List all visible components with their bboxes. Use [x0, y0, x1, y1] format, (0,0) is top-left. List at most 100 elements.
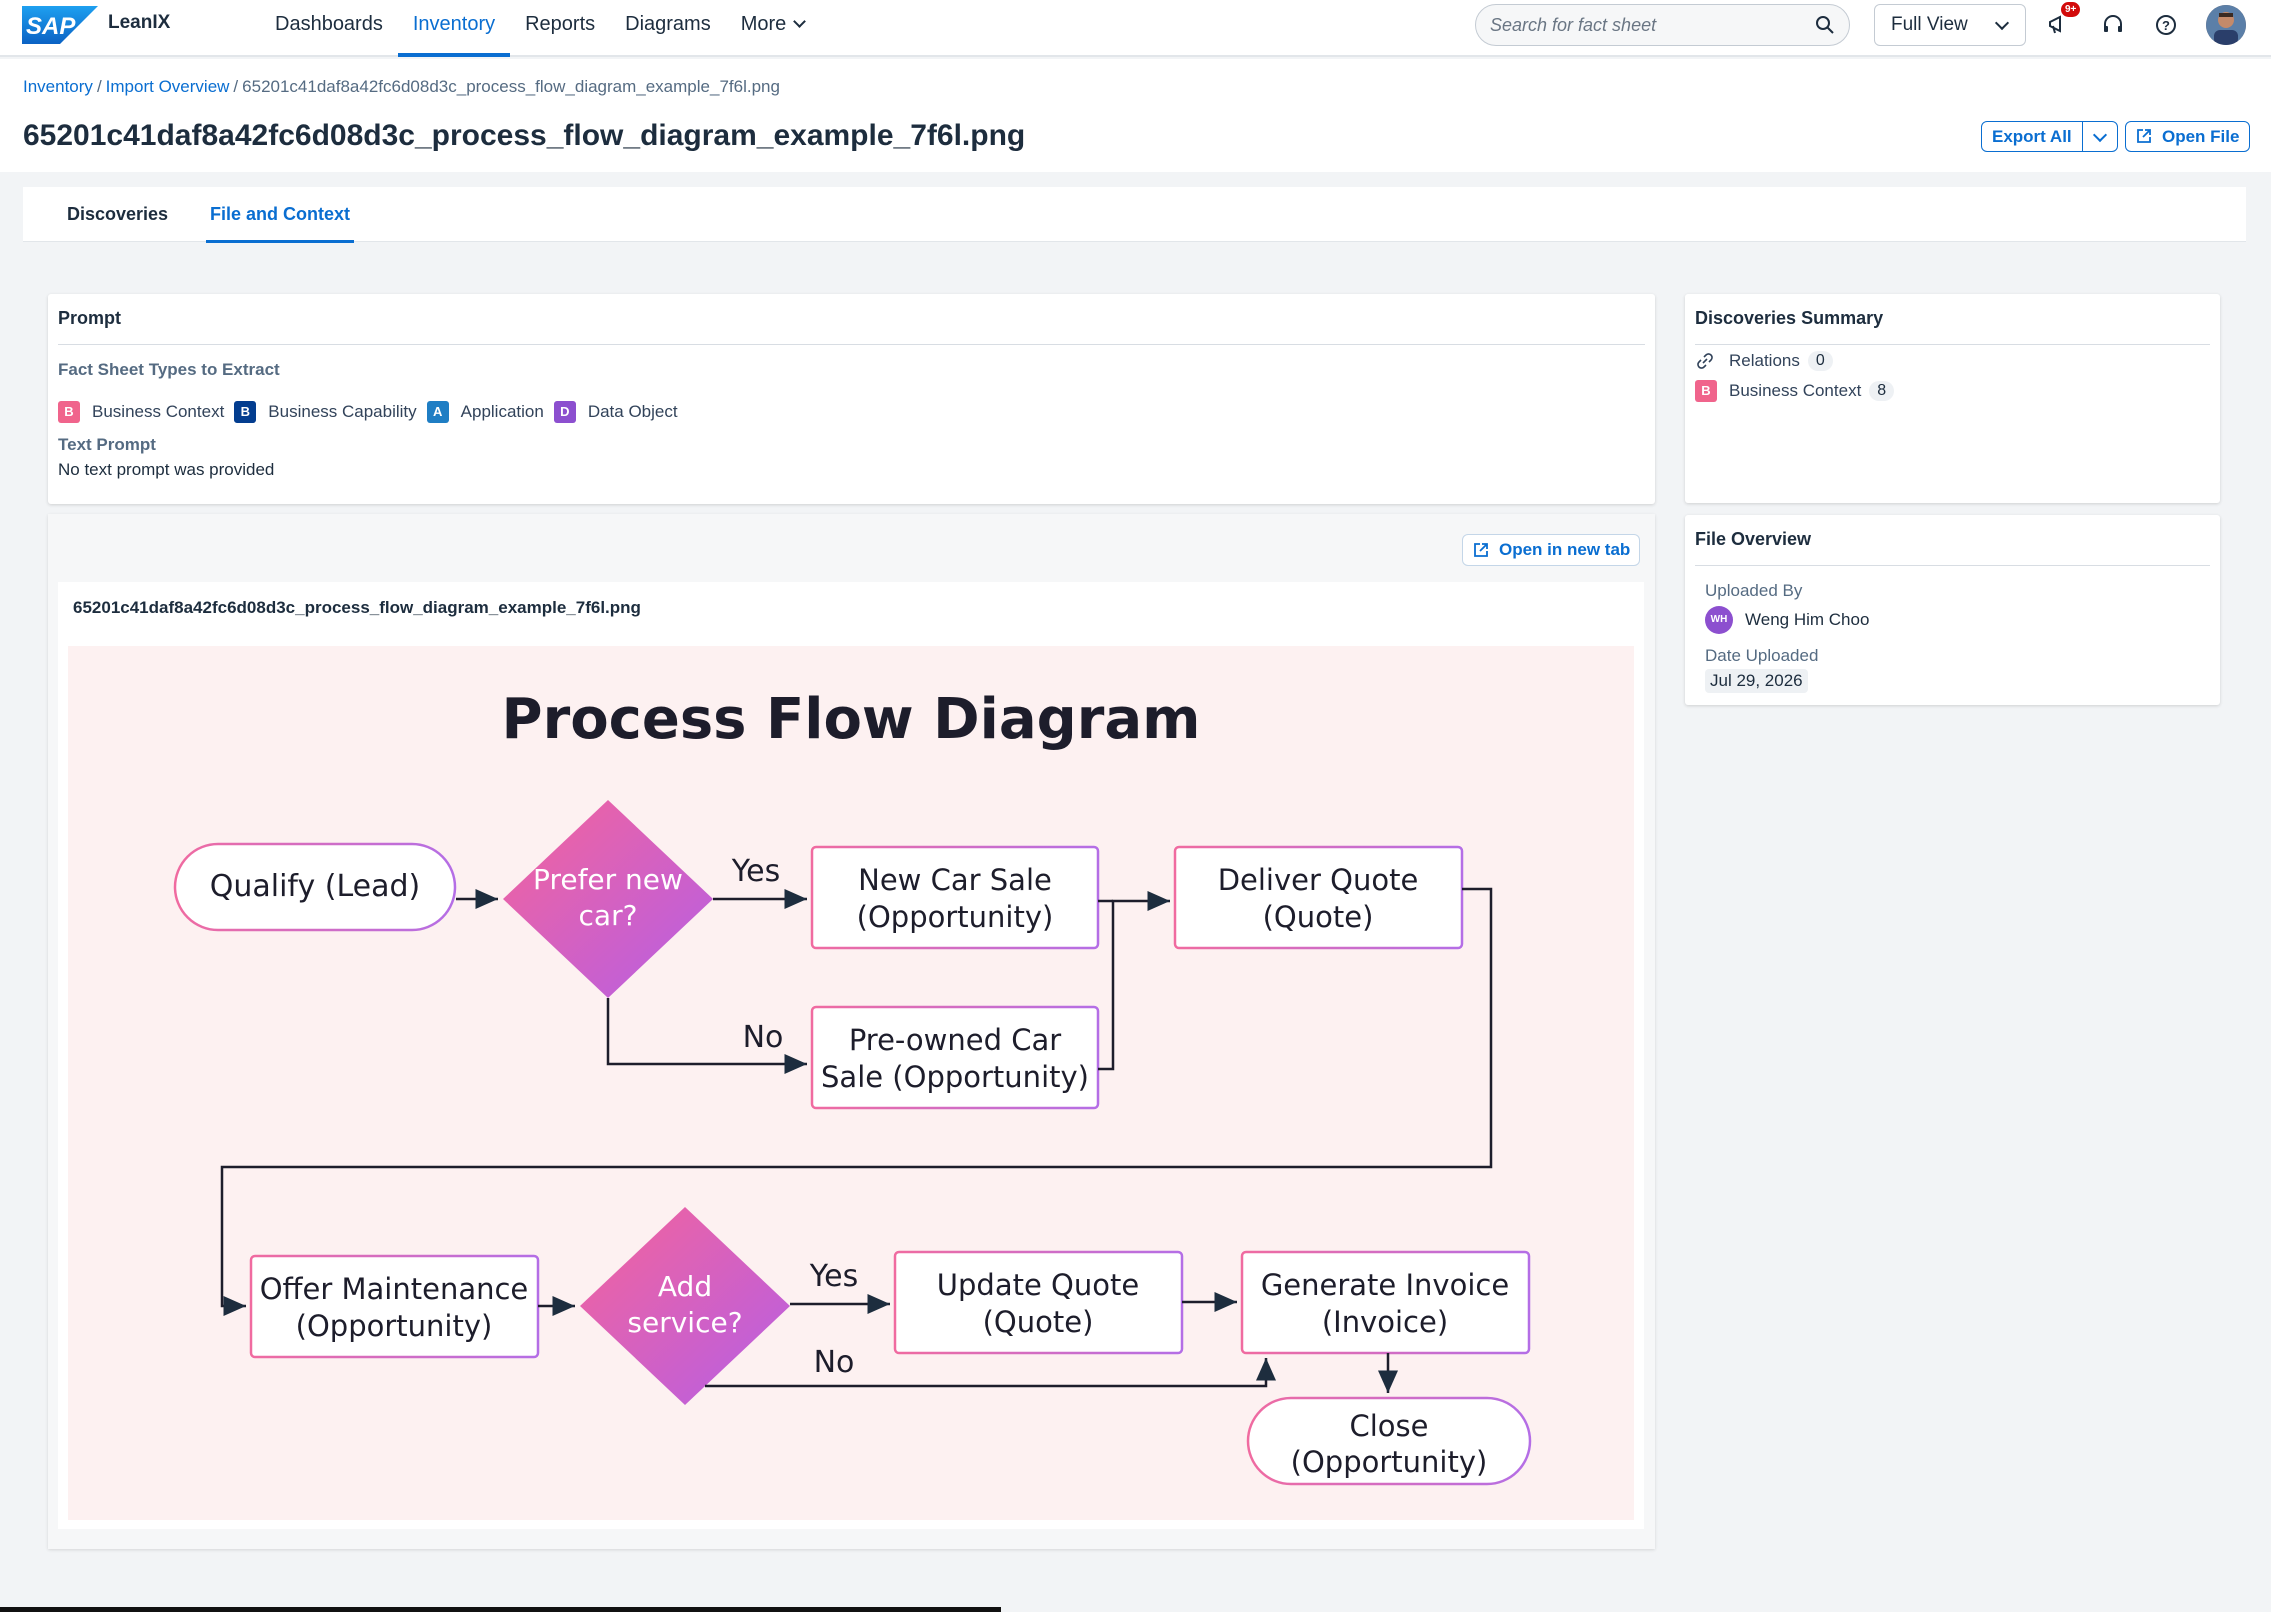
- file-overview-title: File Overview: [1695, 529, 1812, 549]
- type-chip-business-capability: B Business Capability: [234, 401, 417, 423]
- invoice-line1: Generate Invoice: [1261, 1268, 1509, 1302]
- nav-more-label: More: [740, 13, 787, 35]
- type-label: Application: [460, 402, 544, 421]
- text-prompt-value: No text prompt was provided: [58, 460, 275, 479]
- type-chip-data-object: D Data Object: [553, 401, 678, 423]
- diagram-canvas: Process Flow Diagram Qualify (Lead) Pref…: [173, 687, 1532, 1486]
- page-header: Inventory / Import Overview/65201c41daf8a4…: [0, 59, 2271, 172]
- bottom-scroll-indicator: [0, 1607, 1001, 1612]
- breadcrumb-separator: /: [233, 77, 239, 96]
- decision2-line2: service?: [627, 1306, 742, 1339]
- discoveries-summary-card: Discoveries Summary Relations 0 B Busine…: [1685, 294, 2220, 503]
- export-all-button-group: Export All: [1981, 121, 2118, 152]
- view-select[interactable]: Full View: [1874, 4, 2026, 46]
- uploader: WH Weng Him Choo: [1705, 606, 1869, 634]
- tab-discoveries[interactable]: Discoveries: [63, 187, 172, 242]
- external-link-icon: [1474, 543, 1488, 557]
- top-navigation-bar: SAP LeanIX Dashboards Inventory Reports …: [0, 0, 2271, 57]
- connector: [705, 1358, 1276, 1388]
- fact-sheet-type-list: B Business Context B Business Capability A…: [58, 401, 688, 423]
- date-uploaded-label: Date Uploaded: [1705, 646, 1819, 665]
- sap-logo[interactable]: SAP: [22, 6, 98, 44]
- search-icon[interactable]: [1815, 15, 1835, 35]
- fact-sheet-types-label: Fact Sheet Types to Extract: [58, 360, 280, 379]
- business-context-row[interactable]: B Business Context 8: [1695, 380, 1895, 402]
- nav-reports[interactable]: Reports: [510, 0, 610, 57]
- open-file-button[interactable]: Open File: [2125, 121, 2251, 152]
- file-overview-card: File Overview Uploaded By WH Weng Him Ch…: [1685, 515, 2220, 705]
- connector: [1098, 891, 1170, 1071]
- tab-file-and-context[interactable]: File and Context: [206, 187, 355, 243]
- uploader-name: Weng Him Choo: [1745, 610, 1870, 629]
- type-badge: B: [1695, 380, 1717, 402]
- external-link-icon: [2137, 129, 2151, 143]
- type-label: Business Context: [92, 402, 225, 421]
- update-line2: (Quote): [983, 1305, 1094, 1339]
- date-uploaded-value: Jul 29, 2026: [1705, 669, 1808, 693]
- business-context-count: 8: [1869, 381, 1895, 401]
- prompt-card: Prompt Fact Sheet Types to Extract B Busi…: [48, 294, 1655, 504]
- image-card: 65201c41daf8a42fc6d08d3c_process_flow_di…: [58, 582, 1644, 1529]
- search-box: [1475, 4, 1850, 46]
- search-input[interactable]: [1490, 5, 1800, 45]
- nav-dashboards[interactable]: Dashboards: [260, 0, 398, 57]
- prompt-title: Prompt: [58, 308, 121, 328]
- breadcrumb-import-overview[interactable]: Import Overview: [106, 77, 230, 96]
- type-label: Data Object: [587, 402, 678, 421]
- chevron-down-icon: [1994, 15, 2010, 31]
- uploader-avatar: WH: [1705, 606, 1733, 634]
- offer-line2: (Opportunity): [296, 1309, 493, 1343]
- divider: [58, 344, 1645, 345]
- app-name[interactable]: LeanIX: [108, 12, 170, 34]
- summary-title: Discoveries Summary: [1695, 308, 1884, 328]
- image-file-name: 65201c41daf8a42fc6d08d3c_process_flow_di…: [73, 598, 641, 617]
- breadcrumb-current: 65201c41daf8a42fc6d08d3c_process_flow_di…: [242, 77, 780, 96]
- open-file-label: Open File: [2162, 127, 2240, 146]
- type-chip-business-context: B Business Context: [58, 401, 224, 423]
- diagram-title: Process Flow Diagram: [502, 687, 1201, 752]
- export-dropdown-chevron-icon[interactable]: [2083, 122, 2117, 151]
- notification-badge: 9+: [2061, 2, 2081, 17]
- breadcrumb: Inventory / Import Overview/65201c41daf8a4…: [23, 77, 780, 97]
- qualify-label: Qualify (Lead): [210, 869, 420, 904]
- new-car-line1: New Car Sale: [858, 863, 1052, 897]
- decision1-line1: Prefer new: [533, 863, 683, 896]
- nav-more[interactable]: More: [726, 0, 820, 57]
- decision2-line1: Add: [658, 1270, 712, 1303]
- help-icon[interactable]: ?: [2153, 12, 2179, 38]
- tab-bar: Discoveries File and Context: [23, 187, 2246, 243]
- process-flow-diagram-image: Process Flow Diagram Qualify (Lead) Pref…: [68, 646, 1634, 1520]
- nav-inventory[interactable]: Inventory: [397, 0, 511, 57]
- user-avatar[interactable]: [2206, 5, 2246, 45]
- no-label-2: No: [814, 1345, 855, 1380]
- preowned-line2: Sale (Opportunity): [821, 1060, 1089, 1094]
- open-in-new-tab-button[interactable]: Open in new tab: [1462, 534, 1641, 566]
- offer-line1: Offer Maintenance: [260, 1272, 529, 1306]
- type-badge: D: [553, 401, 576, 423]
- support-headset-icon[interactable]: [2100, 12, 2126, 38]
- uploaded-by-label: Uploaded By: [1705, 581, 1803, 600]
- relations-row[interactable]: Relations 0: [1695, 351, 1833, 371]
- breadcrumb-separator: /: [96, 77, 102, 96]
- nav-diagrams[interactable]: Diagrams: [610, 0, 726, 57]
- type-badge: B: [234, 401, 257, 423]
- link-icon: [1697, 353, 1713, 369]
- export-all-button[interactable]: Export All: [1982, 122, 2083, 151]
- divider: [1695, 344, 2210, 345]
- breadcrumb-inventory[interactable]: Inventory: [23, 77, 93, 96]
- preowned-line1: Pre-owned Car: [849, 1023, 1061, 1057]
- deliver-line2: (Quote): [1263, 900, 1374, 934]
- update-line1: Update Quote: [937, 1268, 1139, 1302]
- text-prompt-label: Text Prompt: [58, 435, 156, 454]
- deliver-line1: Deliver Quote: [1218, 863, 1419, 897]
- decision1-line2: car?: [579, 899, 638, 932]
- open-in-new-tab-label: Open in new tab: [1499, 540, 1631, 559]
- relations-count: 0: [1807, 351, 1833, 371]
- close-line2: (Opportunity): [1291, 1445, 1488, 1479]
- invoice-line2: (Invoice): [1322, 1305, 1448, 1339]
- type-chip-application: A Application: [426, 401, 544, 423]
- divider: [1695, 565, 2210, 566]
- chevron-down-icon: [793, 15, 807, 28]
- svg-text:SAP: SAP: [26, 13, 76, 40]
- yes-label-1: Yes: [731, 854, 780, 889]
